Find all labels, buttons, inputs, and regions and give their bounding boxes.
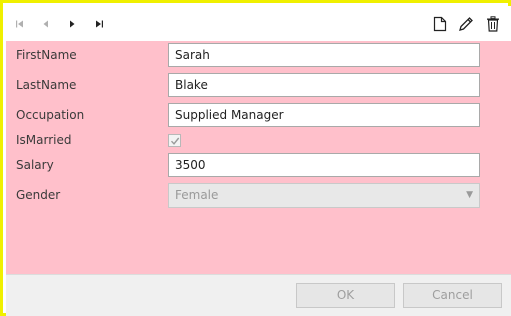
- delete-trash-icon: [487, 16, 499, 32]
- salary-label: Salary: [16, 158, 54, 172]
- lastname-label: LastName: [16, 78, 77, 92]
- next-record-icon: [70, 20, 75, 28]
- record-form: FirstName Sarah LastName Blake Occupatio…: [6, 41, 511, 274]
- record-toolbar: [6, 6, 511, 41]
- checkmark-icon: [170, 137, 179, 145]
- cancel-button[interactable]: Cancel: [403, 283, 502, 308]
- gender-selected-value: Female: [175, 188, 219, 202]
- ismarried-checkbox[interactable]: [168, 134, 181, 147]
- edit-pencil-icon: [459, 17, 473, 31]
- dialog-footer: OK Cancel: [6, 274, 511, 316]
- edit-record-button[interactable]: [458, 16, 474, 32]
- firstname-label: FirstName: [16, 48, 77, 62]
- last-record-icon: [96, 20, 103, 28]
- ok-button[interactable]: OK: [296, 283, 395, 308]
- new-document-icon: [433, 16, 447, 32]
- firstname-field[interactable]: Sarah: [168, 43, 480, 67]
- first-record-button[interactable]: [12, 16, 28, 32]
- delete-record-button[interactable]: [485, 16, 501, 32]
- new-record-button[interactable]: [432, 16, 448, 32]
- previous-record-icon: [43, 20, 48, 28]
- last-record-button[interactable]: [91, 16, 107, 32]
- occupation-field[interactable]: Supplied Manager: [168, 103, 480, 127]
- salary-field[interactable]: 3500: [168, 153, 480, 177]
- gender-label: Gender: [16, 188, 61, 202]
- previous-record-button[interactable]: [38, 16, 54, 32]
- gender-select[interactable]: Female ▼: [168, 183, 480, 208]
- data-form-window: FirstName Sarah LastName Blake Occupatio…: [0, 0, 511, 316]
- next-record-button[interactable]: [64, 16, 80, 32]
- first-record-icon: [16, 20, 23, 28]
- dropdown-arrow-icon: ▼: [466, 190, 473, 200]
- occupation-label: Occupation: [16, 108, 85, 122]
- ismarried-label: IsMarried: [16, 133, 72, 147]
- lastname-field[interactable]: Blake: [168, 73, 480, 97]
